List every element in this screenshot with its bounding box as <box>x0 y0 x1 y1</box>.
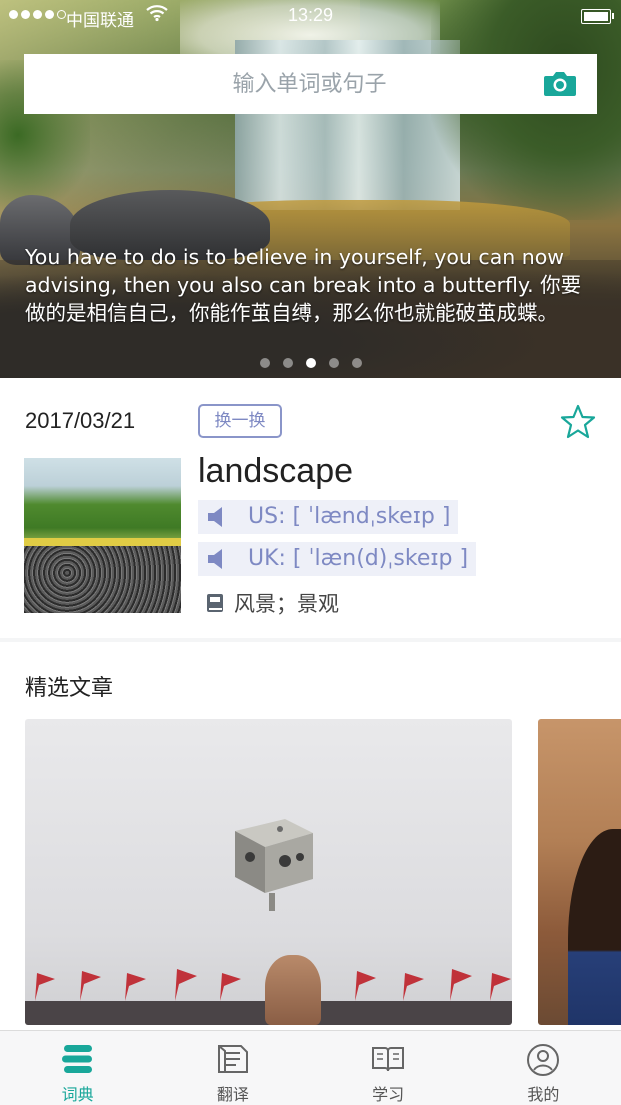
search-bar[interactable] <box>24 54 597 114</box>
article-card[interactable] <box>538 719 621 1025</box>
tab-label: 词典 <box>61 1085 94 1104</box>
camera-icon[interactable] <box>543 70 577 98</box>
word-title: landscape <box>198 452 354 490</box>
word-image <box>24 458 181 613</box>
tab-translate[interactable]: 翻译 <box>155 1031 310 1105</box>
tab-label: 我的 <box>527 1085 560 1104</box>
hero-banner[interactable]: 中国联通 13:29 You have to do is to believe … <box>0 0 621 378</box>
featured-articles: 精选文章 <box>0 642 621 1030</box>
tab-label: 学习 <box>372 1085 405 1104</box>
section-title: 精选文章 <box>25 676 114 701</box>
pager-dot[interactable] <box>282 358 293 368</box>
banner-pager[interactable] <box>0 358 621 368</box>
pager-dot[interactable] <box>259 358 270 368</box>
dictionary-icon <box>61 1045 92 1073</box>
tab-bar: 词典 翻译 学习 我的 <box>0 1030 621 1105</box>
pager-dot[interactable] <box>351 358 362 368</box>
pager-dot-active[interactable] <box>305 358 316 368</box>
word-meaning: 风景；景观 <box>206 588 339 618</box>
tab-dictionary[interactable]: 词典 <box>0 1031 155 1105</box>
us-phonetic: US: [ ˈlændˌskeɪp ] <box>248 504 451 529</box>
search-input[interactable] <box>24 54 524 114</box>
uk-phonetic: UK: [ ˈlæn(d)ˌskeɪp ] <box>248 546 469 571</box>
puzzle-cube-image <box>235 819 313 911</box>
article-card[interactable] <box>25 719 512 1025</box>
pager-dot[interactable] <box>328 358 339 368</box>
tab-label: 翻译 <box>216 1085 249 1104</box>
daily-quote: You have to do is to believe in yourself… <box>25 245 582 325</box>
hand-image <box>265 955 321 1025</box>
speaker-icon <box>208 507 222 527</box>
profile-icon <box>527 1044 560 1076</box>
dictionary-book-icon <box>207 594 223 612</box>
word-date: 2017/03/21 <box>25 408 136 433</box>
daily-word-card: 2017/03/21 换一换 landscape US: [ ˈlændˌske… <box>0 378 621 638</box>
status-bar: 中国联通 13:29 <box>0 0 621 32</box>
clock: 13:29 <box>287 5 334 25</box>
tab-profile[interactable]: 我的 <box>466 1031 621 1105</box>
tab-learn[interactable]: 学习 <box>311 1031 466 1105</box>
favorite-star-icon[interactable] <box>560 404 596 440</box>
speaker-icon <box>208 549 222 569</box>
translate-icon <box>217 1045 248 1073</box>
meaning-text: 风景；景观 <box>234 592 339 616</box>
us-pronunciation-button[interactable]: US: [ ˈlændˌskeɪp ] <box>198 500 459 534</box>
book-icon <box>372 1047 405 1072</box>
battery-icon <box>581 9 614 24</box>
swap-button[interactable]: 换一换 <box>198 404 282 438</box>
person-image <box>568 829 621 1025</box>
uk-pronunciation-button[interactable]: UK: [ ˈlæn(d)ˌskeɪp ] <box>198 542 477 576</box>
